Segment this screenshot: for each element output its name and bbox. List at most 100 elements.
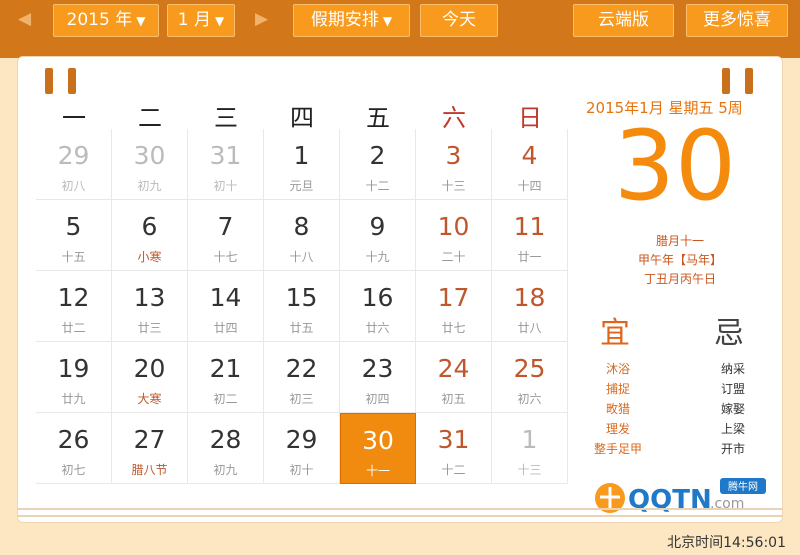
today-button[interactable]: 今天 [420,4,498,37]
lunar-label: 廿八 [517,321,542,335]
day-cell[interactable]: 27 腊八节 [112,413,188,484]
ganzhi-month-day: 丁丑月丙午日 [643,272,716,286]
day-cell[interactable]: 14 廿四 [188,271,264,342]
day-number: 3 [445,141,462,170]
year-select[interactable]: 2015 年 ▼ [53,4,159,37]
day-number: 8 [293,212,310,241]
weekday-label: 一 [62,104,86,132]
yi-item: 沐浴 [605,362,630,376]
yi-label: 宜 [600,316,630,351]
lunar-label: 廿二 [61,321,86,335]
day-cell[interactable]: 17 廿七 [416,271,492,342]
lunar-label: 小寒 [137,250,162,264]
weekday-label: 三 [214,104,238,132]
ji-item: 上梁 [720,422,745,436]
binder-ring [722,68,730,94]
lunar-label: 初五 [441,392,466,406]
day-number: 14 [209,283,242,312]
day-cell[interactable]: 13 廿三 [112,271,188,342]
day-cell[interactable]: 29 初八 [36,129,112,200]
lunar-label: 初三 [289,392,314,406]
lunar-label: 十八 [289,250,314,264]
day-number: 28 [209,425,242,454]
day-cell[interactable]: 6 小寒 [112,200,188,271]
lunar-label: 廿六 [365,321,390,335]
lunar-label: 初十 [289,463,314,477]
day-cell[interactable]: 23 初四 [340,342,416,413]
day-number: 27 [133,425,166,454]
day-cell[interactable]: 15 廿五 [264,271,340,342]
lunar-label: 初十 [213,179,238,193]
chevron-down-icon: ▼ [382,14,393,28]
lunar-label: 初六 [517,392,542,406]
day-cell[interactable]: 1 十三 [492,413,568,484]
day-number: 30 [362,426,394,455]
day-number: 29 [57,141,90,170]
day-number: 2 [369,141,386,170]
day-cell[interactable]: 25 初六 [492,342,568,413]
lunar-label: 廿五 [289,321,314,335]
day-cell[interactable]: 2 十二 [340,129,416,200]
year-select-label: 2015 年 [66,10,133,30]
day-cell[interactable]: 16 廿六 [340,271,416,342]
ganzhi-year: 甲午年【马年】 [637,253,722,267]
day-cell[interactable]: 24 初五 [416,342,492,413]
month-select-label: 1 月 [177,10,211,30]
day-cell[interactable]: 31 十二 [416,413,492,484]
day-cell[interactable]: 29 初十 [264,413,340,484]
lunar-label: 十九 [365,250,390,264]
day-cell[interactable]: 28 初九 [188,413,264,484]
day-cell[interactable]: 31 初十 [188,129,264,200]
lunar-day: 腊月十一 [655,234,704,248]
lunar-label: 廿三 [137,321,162,335]
day-cell[interactable]: 21 初二 [188,342,264,413]
day-cell[interactable]: 8 十八 [264,200,340,271]
lunar-label: 初四 [365,392,390,406]
lunar-label: 二十 [441,250,466,264]
next-month-button[interactable]: ▶ [255,9,268,29]
yi-item: 整手足甲 [593,442,642,456]
weekday-label: 日 [518,104,542,132]
day-cell[interactable]: 30 初九 [112,129,188,200]
day-cell[interactable]: 9 十九 [340,200,416,271]
day-cell[interactable]: 18 廿八 [492,271,568,342]
day-cell[interactable]: 5 十五 [36,200,112,271]
day-cell[interactable]: 7 十七 [188,200,264,271]
lunar-label: 初九 [137,179,162,193]
lunar-label: 十五 [61,250,86,264]
day-cell[interactable]: 22 初三 [264,342,340,413]
day-cell[interactable]: 19 廿九 [36,342,112,413]
binder-ring [745,68,753,94]
day-number: 19 [57,354,90,383]
day-number: 21 [209,354,242,383]
day-cell[interactable]: 11 廿一 [492,200,568,271]
lunar-label: 十二 [441,463,466,477]
day-cell[interactable]: 26 初七 [36,413,112,484]
lunar-label: 十七 [213,250,238,264]
day-number: 20 [133,354,166,383]
day-cell[interactable]: 1 元旦 [264,129,340,200]
day-number: 4 [521,141,538,170]
day-cell[interactable]: 10 二十 [416,200,492,271]
weekday-label: 四 [290,104,314,132]
more-button[interactable]: 更多惊喜 [686,4,788,37]
chevron-down-icon: ▼ [215,14,225,28]
day-cell[interactable]: 3 十三 [416,129,492,200]
ji-item: 纳采 [720,362,745,376]
day-cell[interactable]: 4 十四 [492,129,568,200]
ji-item: 开市 [720,442,745,456]
weekday-label: 六 [442,104,466,132]
calendar-grid: 29 初八 30 初九 31 初十 1 元旦 2 十二 3 十三 4 十四 5 十五 6 小寒 7 十七 8 十八 9 十九 1… [36,129,568,484]
day-number: 24 [437,354,470,383]
cloud-version-button[interactable]: 云端版 [573,4,674,37]
prev-month-button[interactable]: ◀ [18,9,31,29]
day-cell[interactable]: 30 十一 [340,413,416,484]
month-select[interactable]: 1 月 ▼ [167,4,235,37]
lunar-label: 腊八节 [131,463,168,477]
holiday-select[interactable]: 假期安排 ▼ [293,4,410,37]
day-number: 26 [57,425,90,454]
day-cell[interactable]: 12 廿二 [36,271,112,342]
day-cell[interactable]: 20 大寒 [112,342,188,413]
day-number: 1 [521,425,538,454]
lunar-label: 十三 [441,179,466,193]
